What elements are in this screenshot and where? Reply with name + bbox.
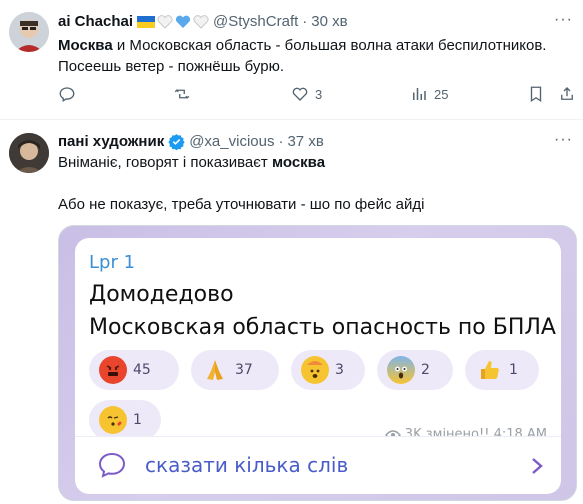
reaction-count: 3 (335, 362, 344, 378)
timestamp[interactable]: 37 хв (287, 133, 323, 150)
verified-badge-icon (168, 134, 185, 150)
views-chart-icon (413, 88, 426, 100)
message-line-1: Домодедово (89, 282, 234, 307)
views-count: 25 (434, 86, 449, 102)
tweet-text-rest: и Московская область - большая волна ата… (112, 37, 547, 54)
share-button[interactable] (558, 85, 576, 103)
chevron-right-icon[interactable] (531, 457, 543, 475)
separator-dot: · (302, 13, 308, 30)
reaction-thumbs-up[interactable]: 1 (465, 350, 539, 390)
like-button[interactable]: 3 (291, 85, 322, 103)
angry-face-icon (99, 356, 127, 384)
pray-icon (201, 356, 229, 384)
exploding-head-icon (301, 356, 329, 384)
tweet-header: пані художник @xa_vicious · 37 хв (58, 133, 324, 150)
thumbs-up-icon (475, 356, 503, 384)
reaction-count: 1 (509, 362, 518, 378)
more-options-icon[interactable]: ··· (554, 11, 573, 29)
tweet-text-bold: москва (271, 154, 326, 171)
retweet-icon (174, 89, 190, 99)
message-line-2: Московская область опасность по БПЛА (89, 315, 556, 340)
like-count: 3 (315, 86, 323, 102)
blue-heart-icon (175, 15, 191, 28)
reaction-count: 37 (235, 362, 253, 378)
white-heart-icon (157, 14, 173, 29)
display-name[interactable]: пані художник (58, 133, 164, 150)
handle[interactable]: @xa_vicious (189, 133, 274, 150)
ukraine-flag-icon (137, 15, 156, 28)
timestamp[interactable]: 30 хв (311, 13, 347, 30)
avatar[interactable] (9, 12, 49, 52)
tweet-text-line2: Або не показує, треба уточнювати - шо по… (58, 196, 425, 213)
name-emojis (137, 14, 209, 29)
tweet[interactable]: ai Chachai @StyshCraft · 30 хв ··· Москв… (0, 0, 583, 120)
heart-icon (292, 87, 308, 101)
tweet-text: Вніманіє, говорят і показиваєт москва (58, 152, 568, 173)
tweet-text-line2: Посеешь ветер - пожнёшь бурю. (58, 58, 285, 75)
comment-bubble-icon (98, 452, 126, 478)
tweet-text: Москва и Московская область - большая во… (58, 35, 568, 77)
retweet-button[interactable] (172, 85, 192, 103)
white-heart-icon (193, 14, 209, 29)
reaction-pray[interactable]: 37 (191, 350, 279, 390)
bookmark-icon (530, 86, 542, 103)
tweet-actions: 3 25 (58, 85, 578, 107)
reaction-count: 2 (421, 362, 430, 378)
kiss-face-icon (99, 406, 127, 434)
handle[interactable]: @StyshCraft (213, 13, 298, 30)
scream-face-icon (387, 356, 415, 384)
tweet-text-bold: Москва (58, 37, 113, 54)
separator-dot: · (278, 133, 284, 150)
tweet-text-pre: Вніманіє, говорят і показиваєт (58, 154, 272, 171)
more-options-icon[interactable]: ··· (554, 131, 573, 149)
comment-bar[interactable]: сказати кілька слів (75, 436, 561, 494)
comment-prompt[interactable]: сказати кілька слів (145, 453, 348, 477)
avatar[interactable] (9, 133, 49, 173)
reaction-count: 45 (133, 362, 151, 378)
reaction-scream[interactable]: 2 (377, 350, 453, 390)
share-icon (561, 87, 573, 100)
reply-button[interactable] (58, 85, 76, 103)
display-name[interactable]: ai Chachai (58, 13, 133, 30)
bookmark-button[interactable] (528, 85, 544, 103)
reaction-count: 1 (133, 412, 142, 428)
reaction-angry[interactable]: 45 (89, 350, 179, 390)
reaction-kiss[interactable]: 1 (89, 400, 161, 440)
reaction-exploding-head[interactable]: 3 (291, 350, 365, 390)
views-button[interactable]: 25 (410, 85, 448, 103)
channel-name: Lpr 1 (89, 252, 136, 273)
reply-icon (59, 87, 75, 102)
attached-image[interactable]: Lpr 1 Домодедово Московская область опас… (58, 225, 577, 501)
tweet-header: ai Chachai @StyshCraft · 30 хв (58, 13, 348, 30)
telegram-message-bubble: Lpr 1 Домодедово Московская область опас… (75, 238, 561, 450)
